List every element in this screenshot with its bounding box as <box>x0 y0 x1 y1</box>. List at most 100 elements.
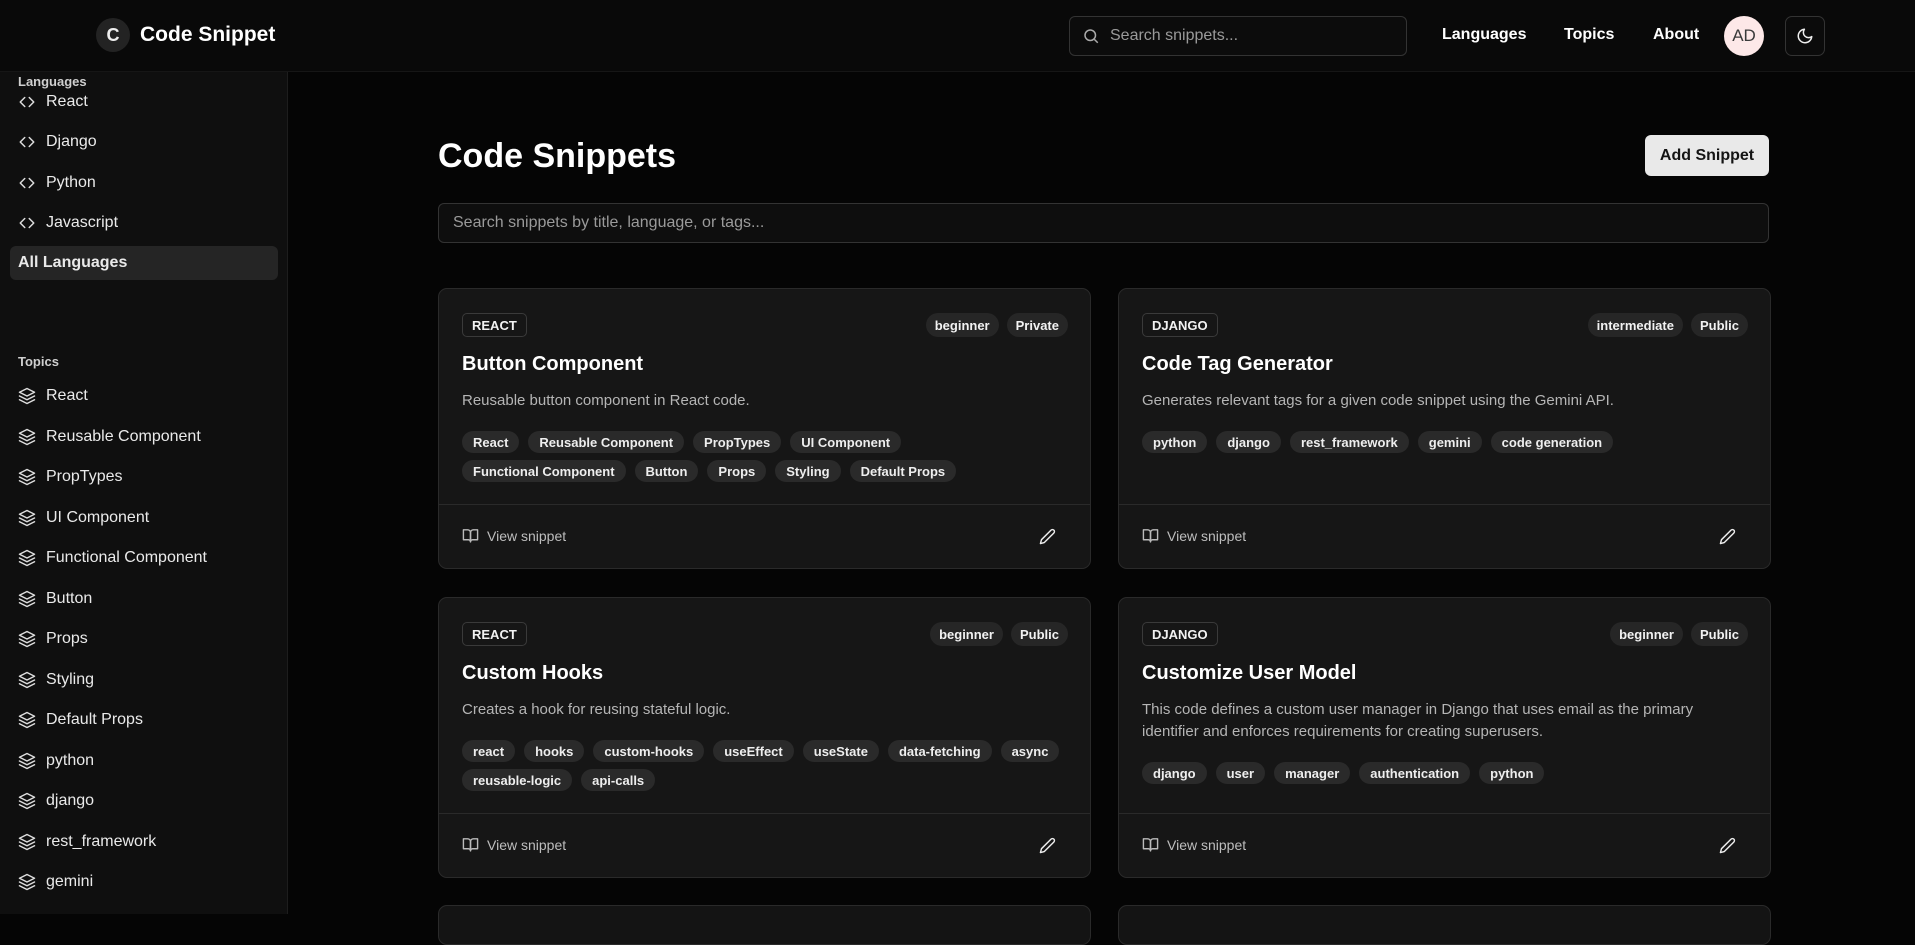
visibility-badge: Public <box>1010 622 1068 646</box>
tag[interactable]: authentication <box>1359 762 1471 784</box>
header-search[interactable] <box>1069 16 1407 56</box>
sidebar-topic-reusable-component[interactable]: Reusable Component <box>10 420 278 454</box>
snippet-card[interactable] <box>1118 905 1771 945</box>
sidebar-item-label: React <box>46 387 88 404</box>
tag[interactable]: custom-hooks <box>593 740 705 762</box>
tag[interactable]: python <box>1142 431 1208 453</box>
view-snippet-link[interactable]: View snippet <box>462 836 566 853</box>
snippet-card[interactable] <box>438 905 1091 945</box>
tag[interactable]: Reusable Component <box>528 431 685 453</box>
sidebar-topic-default-props[interactable]: Default Props <box>10 703 278 737</box>
tag[interactable]: user <box>1215 762 1266 784</box>
tag[interactable]: Functional Component <box>462 460 626 482</box>
view-snippet-link[interactable]: View snippet <box>462 527 566 544</box>
snippet-title[interactable]: Customize User Model <box>1142 662 1356 685</box>
book-icon <box>462 838 479 852</box>
tag[interactable]: data-fetching <box>887 740 992 762</box>
edit-icon <box>1719 837 1735 853</box>
tag[interactable]: Button <box>634 460 699 482</box>
level-badge: beginner <box>930 622 1003 646</box>
search-icon <box>1084 29 1099 44</box>
tag[interactable]: UI Component <box>790 431 902 453</box>
brand[interactable]: C Code Snippet <box>96 18 275 52</box>
tag[interactable]: useState <box>802 740 879 762</box>
tag[interactable]: Default Props <box>849 460 957 482</box>
sidebar-language-django[interactable]: Django <box>10 125 278 159</box>
sidebar-topic-django[interactable]: django <box>10 784 278 818</box>
nav-about[interactable]: About <box>1653 26 1699 44</box>
tag[interactable]: Props <box>707 460 767 482</box>
nav-languages[interactable]: Languages <box>1442 26 1526 44</box>
visibility-badge: Public <box>1690 622 1748 646</box>
add-snippet-button[interactable]: Add Snippet <box>1645 135 1769 176</box>
snippet-search-input[interactable] <box>453 214 1754 232</box>
snippet-search[interactable] <box>438 203 1769 243</box>
edit-button[interactable] <box>1036 834 1058 856</box>
snippet-card[interactable]: DJANGO beginner Public Customize User Model… <box>1118 597 1771 878</box>
tag[interactable]: api-calls <box>581 769 656 791</box>
sidebar-topic-react[interactable]: React <box>10 379 278 413</box>
book-icon <box>1142 838 1159 852</box>
tag[interactable]: Styling <box>775 460 841 482</box>
sidebar-language-react[interactable]: React <box>10 85 278 119</box>
snippet-description: This code defines a custom user manager … <box>1142 701 1694 740</box>
layers-icon <box>18 428 36 445</box>
sidebar-language-python[interactable]: Python <box>10 166 278 200</box>
sidebar-topic-button[interactable]: Button <box>10 582 278 616</box>
sidebar-heading-topics: Topics <box>18 354 59 369</box>
sidebar-language-javascript[interactable]: Javascript <box>10 206 278 240</box>
tag[interactable]: gemini <box>1417 431 1482 453</box>
sidebar-topic-styling[interactable]: Styling <box>10 663 278 697</box>
view-snippet-label: View snippet <box>1167 527 1247 544</box>
avatar[interactable]: AD <box>1724 16 1764 56</box>
tag[interactable]: django <box>1216 431 1281 453</box>
snippet-title[interactable]: Custom Hooks <box>462 662 603 685</box>
view-snippet-link[interactable]: View snippet <box>1142 836 1246 853</box>
snippet-card[interactable]: REACT beginner Public Custom Hooks Creates a… <box>438 597 1091 878</box>
layers-icon <box>18 873 36 891</box>
code-icon <box>19 177 35 189</box>
book-icon <box>462 529 479 543</box>
view-snippet-link[interactable]: View snippet <box>1142 527 1246 544</box>
sidebar-item-label: rest_framework <box>46 832 157 850</box>
sidebar-topic-gemini[interactable]: gemini <box>10 865 278 899</box>
sidebar-topic-python[interactable]: python <box>10 744 278 778</box>
sidebar-topic-functional-component[interactable]: Functional Component <box>10 541 278 575</box>
tag-list: react hooks custom-hooks useEffect useState d… <box>462 740 1072 791</box>
sidebar-item-label: All Languages <box>18 254 128 271</box>
tag[interactable]: React <box>462 431 520 453</box>
edit-button[interactable] <box>1716 834 1738 856</box>
edit-button[interactable] <box>1716 525 1738 547</box>
tag[interactable]: async <box>1000 740 1060 762</box>
snippet-title[interactable]: Code Tag Generator <box>1142 353 1333 376</box>
theme-toggle-button[interactable] <box>1785 16 1825 56</box>
tag[interactable]: PropTypes <box>693 431 782 453</box>
sidebar-topic-rest-framework[interactable]: rest_framework <box>10 825 278 859</box>
tag[interactable]: react <box>462 740 516 762</box>
edit-button[interactable] <box>1036 525 1058 547</box>
language-badge: DJANGO <box>1142 622 1218 646</box>
tag[interactable]: django <box>1142 762 1207 784</box>
sidebar-topic-ui-component[interactable]: UI Component <box>10 501 278 535</box>
tag[interactable]: hooks <box>524 740 585 762</box>
nav-topics[interactable]: Topics <box>1564 26 1614 44</box>
tag[interactable]: rest_framework <box>1289 431 1409 453</box>
sidebar-topic-proptypes[interactable]: PropTypes <box>10 460 278 494</box>
level-badge: beginner <box>925 313 999 337</box>
sidebar-item-label: Button <box>46 589 93 607</box>
header-search-input[interactable] <box>1110 27 1390 45</box>
snippet-card[interactable]: DJANGO intermediate Public Code Tag Generat… <box>1118 288 1771 569</box>
sidebar-topic-props[interactable]: Props <box>10 622 278 656</box>
sidebar-item-label: Python <box>46 174 96 191</box>
snippet-description: Creates a hook for reusing stateful logi… <box>462 701 731 718</box>
tag[interactable]: code generation <box>1490 431 1614 453</box>
tag[interactable]: useEffect <box>713 740 794 762</box>
tag[interactable]: python <box>1479 762 1545 784</box>
snippet-card[interactable]: REACT beginner Private Button Component Reus… <box>438 288 1091 569</box>
tag[interactable]: manager <box>1274 762 1351 784</box>
sidebar-item-label: django <box>46 792 95 809</box>
layers-icon <box>18 752 36 769</box>
snippet-title[interactable]: Button Component <box>462 353 643 376</box>
sidebar-language-all-languages[interactable]: All Languages <box>10 246 278 280</box>
tag[interactable]: reusable-logic <box>462 769 573 791</box>
